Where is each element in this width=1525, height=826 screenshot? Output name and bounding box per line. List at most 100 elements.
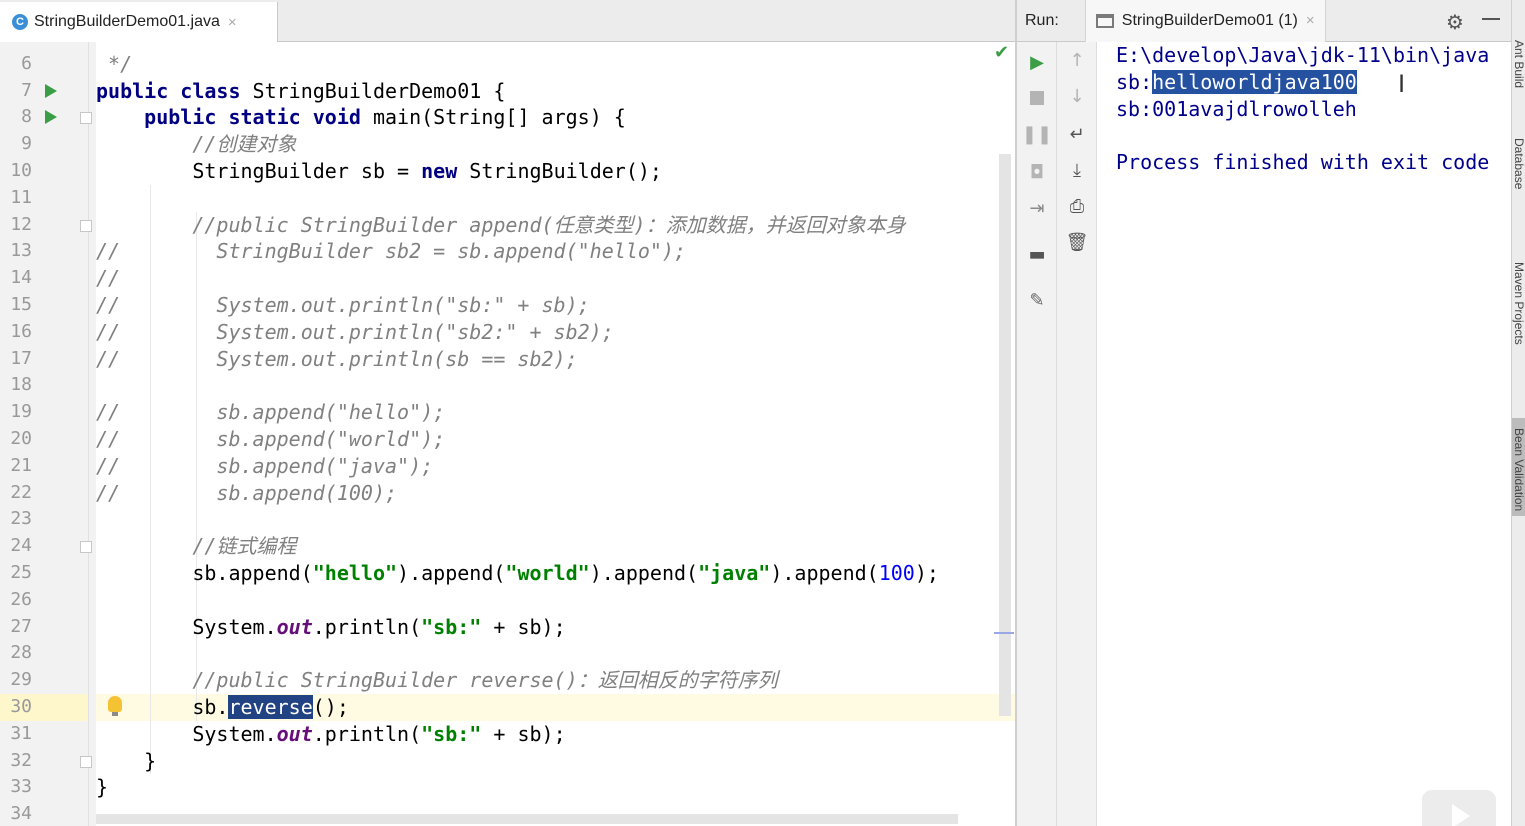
- code-token: sb.: [96, 695, 229, 719]
- code-line[interactable]: StringBuilder sb = new StringBuilder();: [96, 158, 662, 185]
- gutter-line[interactable]: 20: [0, 426, 96, 453]
- run-tab[interactable]: StringBuilderDemo01 (1) ×: [1084, 0, 1326, 42]
- code-line[interactable]: // StringBuilder sb2 = sb.append("hello"…: [96, 238, 686, 265]
- tool-tab-database[interactable]: Database: [1512, 138, 1525, 189]
- gutter-line[interactable]: 9: [0, 131, 96, 158]
- editor-tab[interactable]: C StringBuilderDemo01.java ×: [0, 2, 278, 42]
- tool-tab-bean-validation[interactable]: Bean Validation: [1512, 428, 1525, 511]
- gutter-line[interactable]: 23: [0, 506, 96, 533]
- gutter-line[interactable]: 21: [0, 453, 96, 480]
- close-run-tab-icon[interactable]: ×: [1306, 12, 1315, 29]
- scroll-marker: [994, 632, 1014, 634]
- gutter-line[interactable]: 7: [0, 78, 96, 105]
- code-line[interactable]: // sb.append("world");: [96, 426, 445, 453]
- gutter-line[interactable]: 12: [0, 212, 96, 239]
- code-token: public static void: [144, 105, 373, 130]
- line-number: 26: [10, 588, 32, 610]
- down-arrow-icon[interactable]: ↓: [1065, 84, 1089, 108]
- code-line[interactable]: //创建对象: [96, 131, 296, 158]
- minimize-icon[interactable]: [1482, 18, 1500, 20]
- gutter-line[interactable]: 17: [0, 346, 96, 373]
- pause-icon[interactable]: ❚❚: [1022, 122, 1052, 146]
- code-line[interactable]: }: [96, 774, 108, 801]
- trash-icon[interactable]: 🗑: [1065, 230, 1089, 254]
- code-line[interactable]: // System.out.println("sb:" + sb);: [96, 292, 590, 319]
- gutter-line[interactable]: 18: [0, 372, 96, 399]
- gutter-line[interactable]: 15: [0, 292, 96, 319]
- gutter-line[interactable]: 32: [0, 748, 96, 775]
- gutter-line[interactable]: 14: [0, 265, 96, 292]
- code-token: ).append(: [397, 561, 506, 585]
- run-toolbar-left: ▶ ❚❚ ◘ ⇥ ▬ ✎: [1017, 42, 1057, 826]
- close-tab-icon[interactable]: ×: [228, 14, 237, 31]
- gutter-line[interactable]: 29: [0, 667, 96, 694]
- restore-layout-icon[interactable]: ⇥: [1025, 196, 1049, 220]
- gutter-line[interactable]: 31: [0, 721, 96, 748]
- gutter-line[interactable]: 34: [0, 801, 96, 826]
- pin-icon[interactable]: ✎: [1025, 288, 1049, 312]
- gear-icon[interactable]: ⚙: [1446, 10, 1464, 34]
- gutter-line[interactable]: 8: [0, 104, 96, 131]
- code-line[interactable]: public class StringBuilderDemo01 {: [96, 78, 505, 105]
- code-line[interactable]: // sb.append("java");: [96, 453, 433, 480]
- gutter-line[interactable]: 24: [0, 533, 96, 560]
- video-play-overlay-icon[interactable]: [1422, 790, 1496, 826]
- fold-icon[interactable]: [80, 112, 92, 125]
- gutter-line[interactable]: 10: [0, 158, 96, 185]
- gutter-line[interactable]: 33: [0, 774, 96, 801]
- code-line[interactable]: sb.reverse();: [96, 694, 349, 721]
- code-line[interactable]: //: [96, 265, 120, 292]
- gutter-line[interactable]: 30: [0, 694, 122, 721]
- soft-wrap-icon[interactable]: ↵: [1065, 122, 1089, 146]
- right-tool-strip: Ant Build Database Maven Projects Bean V…: [1511, 0, 1525, 826]
- editor-tab-label: StringBuilderDemo01.java: [34, 13, 220, 30]
- code-line[interactable]: }: [96, 748, 156, 775]
- gutter-line[interactable]: 25: [0, 560, 96, 587]
- code-line[interactable]: sb.append("hello").append("world").appen…: [96, 560, 939, 587]
- line-number: 27: [10, 615, 32, 637]
- code-line[interactable]: // System.out.println(sb == sb2);: [96, 346, 578, 373]
- gutter-line[interactable]: 6: [0, 51, 96, 78]
- code-line[interactable]: // sb.append(100);: [96, 480, 397, 507]
- gutter-line[interactable]: 28: [0, 640, 96, 667]
- gutter-line[interactable]: 13: [0, 238, 96, 265]
- code-token: "java": [698, 561, 771, 585]
- layout-icon[interactable]: ▬: [1025, 242, 1049, 266]
- gutter-line[interactable]: 16: [0, 319, 96, 346]
- console-output[interactable]: E:\develop\Java\jdk-11\bin\java sb:hellow…: [1098, 42, 1511, 826]
- tool-tab-ant-build[interactable]: Ant Build: [1512, 40, 1525, 88]
- gutter-line[interactable]: 22: [0, 480, 96, 507]
- code-line[interactable]: public static void main(String[] args) {: [96, 104, 626, 131]
- code-token: reverse: [228, 695, 313, 719]
- run-gutter-icon[interactable]: [45, 83, 57, 98]
- code-line[interactable]: //链式编程: [96, 533, 296, 560]
- code-line[interactable]: //public StringBuilder reverse()：返回相反的字符…: [96, 667, 777, 694]
- fold-icon[interactable]: [80, 541, 92, 554]
- line-number: 34: [10, 803, 32, 825]
- code-line[interactable]: //public StringBuilder append(任意类型)：添加数据…: [96, 212, 905, 239]
- code-line[interactable]: System.out.println("sb:" + sb);: [96, 614, 565, 641]
- camera-icon[interactable]: ◘: [1025, 160, 1049, 184]
- code-line[interactable]: */: [96, 51, 132, 78]
- stop-icon[interactable]: [1025, 86, 1049, 110]
- print-icon[interactable]: ⎙: [1065, 194, 1089, 218]
- code-token: //: [96, 266, 121, 291]
- line-number: 9: [21, 133, 32, 155]
- horizontal-scrollbar[interactable]: [96, 814, 958, 824]
- gutter-line[interactable]: 19: [0, 399, 96, 426]
- fold-icon[interactable]: [80, 219, 92, 232]
- code-line[interactable]: // System.out.println("sb2:" + sb2);: [96, 319, 614, 346]
- gutter-line[interactable]: 26: [0, 587, 96, 614]
- run-gutter-icon[interactable]: [45, 110, 57, 125]
- code-editor[interactable]: 6 7 8 9 10 11 12 13 14 15 16 17 18 19 20 21 22 23 24 25 26 27…: [0, 42, 1015, 826]
- gutter-line[interactable]: 11: [0, 185, 96, 212]
- rerun-icon[interactable]: ▶: [1025, 50, 1049, 74]
- code-token: StringBuilder sb =: [96, 159, 422, 183]
- scroll-to-end-icon[interactable]: ⤓: [1065, 158, 1089, 182]
- code-line[interactable]: // sb.append("hello");: [96, 399, 445, 426]
- up-arrow-icon[interactable]: ↑: [1065, 48, 1089, 72]
- code-line[interactable]: System.out.println("sb:" + sb);: [96, 721, 565, 748]
- gutter-line[interactable]: 27: [0, 614, 96, 641]
- fold-icon[interactable]: [80, 755, 92, 768]
- tool-tab-maven[interactable]: Maven Projects: [1512, 262, 1525, 345]
